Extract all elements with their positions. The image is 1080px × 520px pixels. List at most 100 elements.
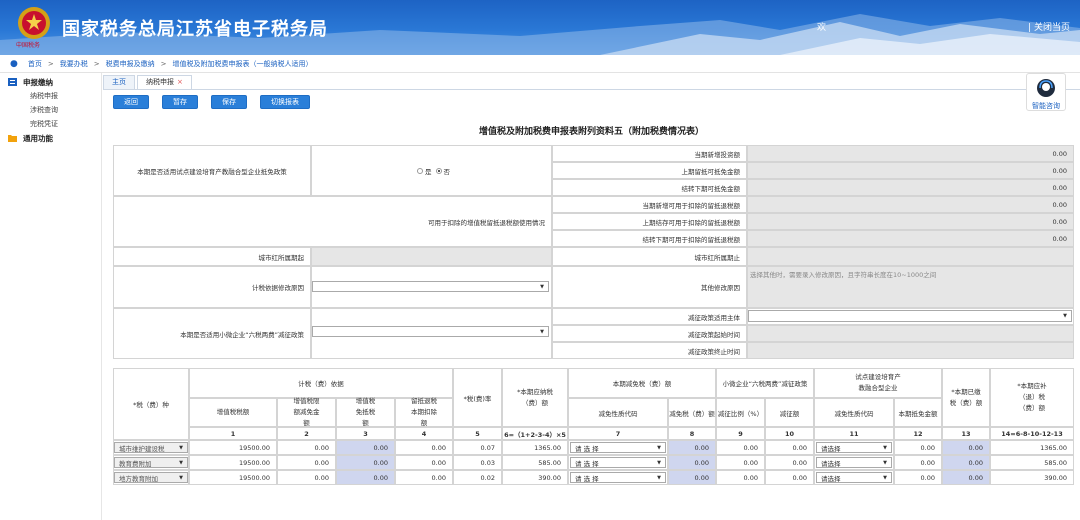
reduce-code-select[interactable]: 请 选 择 ▼ bbox=[570, 457, 666, 468]
investment-label: 当期新增投资额 bbox=[552, 145, 747, 162]
column-number: 2 bbox=[277, 427, 336, 440]
tax-type-cell: 城市维护建设税 ▼ bbox=[113, 440, 189, 455]
value-cell: 0.00 bbox=[668, 470, 716, 485]
col-refund-deduct: 留抵退税本期扣除额 bbox=[395, 397, 453, 427]
sidebar-item-tax-certificate[interactable]: 完税凭证 bbox=[0, 117, 101, 131]
col-small: 小微企业“六税两费”减征政策 bbox=[716, 368, 814, 398]
select-value: 请 选 择 bbox=[575, 474, 599, 483]
close-page-link[interactable]: | 关闭当页 bbox=[1028, 20, 1070, 33]
tax-emblem-icon bbox=[18, 7, 50, 39]
tab-label: 主页 bbox=[112, 78, 126, 86]
tab-label: 纳税申报 bbox=[146, 78, 174, 86]
carry-credit-label: 结转下期可抵免金额 bbox=[552, 179, 747, 196]
column-number: 10 bbox=[765, 427, 814, 440]
select-value: 请 选 择 bbox=[575, 444, 599, 453]
select-value: 请选择 bbox=[821, 474, 841, 483]
column-number: 14=6-8-10-12-13 bbox=[990, 427, 1074, 440]
pilot-code-select[interactable]: 请选择 ▼ bbox=[816, 457, 892, 468]
tab-tax-filing[interactable]: 纳税申报 × bbox=[137, 75, 192, 89]
pilot-code-select[interactable]: 请选择 ▼ bbox=[816, 472, 892, 483]
sidebar-group-filing[interactable]: 申报缴纳 bbox=[0, 75, 101, 89]
value-cell: 0.00 bbox=[894, 440, 942, 455]
switch-report-button[interactable]: 切换报表 bbox=[260, 95, 310, 109]
value-cell: 1365.00 bbox=[990, 440, 1074, 455]
column-number: 7 bbox=[568, 427, 668, 440]
column-number: 9 bbox=[716, 427, 765, 440]
breadcrumb-home[interactable]: 首页 bbox=[28, 59, 42, 69]
value-cell: 390.00 bbox=[990, 470, 1074, 485]
select-cell: 请选择 ▼ bbox=[814, 470, 894, 485]
sidebar-item-tax-query[interactable]: 涉税查询 bbox=[0, 103, 101, 117]
sidebar-group-label: 通用功能 bbox=[23, 133, 53, 143]
col-basis: 计税（费）依据 bbox=[189, 368, 453, 398]
tax-type-cell: 教育费附加 ▼ bbox=[113, 455, 189, 470]
red-end-value bbox=[747, 247, 1074, 266]
select-value: 请选择 bbox=[821, 444, 841, 453]
other-reason-textarea[interactable]: 选择其他时，需要录入修改原因，且字符串长度在10~1000之间 bbox=[747, 266, 1074, 308]
value-cell: 0.00 bbox=[765, 470, 814, 485]
small-policy-select[interactable]: ▼ bbox=[312, 326, 549, 337]
reason-select[interactable]: ▼ bbox=[312, 281, 549, 292]
small-start-label: 减征政策起始时间 bbox=[552, 325, 747, 342]
tab-home[interactable]: 主页 bbox=[103, 75, 135, 89]
headset-icon bbox=[1037, 79, 1055, 97]
chevron-down-icon: ▼ bbox=[179, 444, 183, 451]
small-policy-label: 本期是否适用小微企业“六税两费”减征政策 bbox=[113, 308, 311, 359]
red-end-label: 城市红所属期止 bbox=[552, 247, 747, 266]
breadcrumb-separator: > bbox=[160, 59, 167, 68]
sidebar-group-common[interactable]: 通用功能 bbox=[0, 131, 101, 145]
temp-save-button[interactable]: 暂存 bbox=[162, 95, 198, 109]
sidebar-item-tax-filing[interactable]: 纳税申报 bbox=[0, 89, 101, 103]
sidebar: 申报缴纳 纳税申报 涉税查询 完税凭证 通用功能 bbox=[0, 73, 102, 520]
site-title: 国家税务总局江苏省电子税务局 bbox=[62, 19, 328, 40]
value-cell: 0.00 bbox=[668, 440, 716, 455]
refund-label: 可用于扣除的增值税留抵退税额使用情况 bbox=[113, 196, 552, 247]
value-cell: 19500.00 bbox=[189, 470, 277, 485]
form-title: 增值税及附加税费申报表附列资料五（附加税费情况表） bbox=[478, 127, 704, 137]
carry-credit-value: 0.00 bbox=[747, 179, 1074, 196]
breadcrumb-tax[interactable]: 我要办税 bbox=[60, 59, 88, 69]
tab-divider bbox=[103, 89, 1080, 90]
column-number: 13 bbox=[942, 427, 990, 440]
col-small-ratio: 减征比例（%） bbox=[716, 398, 765, 427]
site-header: 中国税务 国家税务总局江苏省电子税务局 欢 | 关闭当页 bbox=[0, 0, 1080, 55]
refund-prior-value: 0.00 bbox=[747, 213, 1074, 230]
col-due: *本期应纳税（费）额 bbox=[502, 368, 568, 427]
radio-no[interactable] bbox=[435, 167, 442, 174]
select-value: 请 选 择 bbox=[575, 459, 599, 468]
tax-type-select[interactable]: 城市维护建设税 ▼ bbox=[114, 442, 188, 453]
reduce-code-select[interactable]: 请 选 择 ▼ bbox=[570, 442, 666, 453]
value-cell: 390.00 bbox=[502, 470, 568, 485]
value-cell: 0.00 bbox=[894, 470, 942, 485]
reason-label: 计税依据修改原因 bbox=[113, 266, 311, 308]
radio-yes-label: 是 bbox=[425, 167, 432, 176]
column-number: 3 bbox=[336, 427, 395, 440]
select-value: 请选择 bbox=[821, 459, 841, 468]
radio-yes[interactable] bbox=[417, 167, 423, 174]
reduce-code-select[interactable]: 请 选 择 ▼ bbox=[570, 472, 666, 483]
value-cell: 585.00 bbox=[990, 455, 1074, 470]
tax-type-select[interactable]: 教育费附加 ▼ bbox=[114, 457, 188, 468]
tax-type-value: 教育费附加 bbox=[119, 459, 152, 468]
value-cell: 1365.00 bbox=[502, 440, 568, 455]
breadcrumb-filing[interactable]: 税费申报及缴纳 bbox=[106, 59, 155, 69]
column-number: 4 bbox=[395, 427, 453, 440]
prior-credit-value: 0.00 bbox=[747, 162, 1074, 179]
chevron-down-icon: ▼ bbox=[883, 444, 887, 451]
col-pilot-amount: 本期抵免金额 bbox=[894, 398, 942, 427]
small-subject-select[interactable]: ▼ bbox=[748, 310, 1072, 322]
tax-type-select[interactable]: 地方教育附加 ▼ bbox=[114, 472, 188, 483]
pilot-code-select[interactable]: 请选择 ▼ bbox=[816, 442, 892, 453]
close-icon[interactable]: × bbox=[177, 78, 183, 86]
col-pilot-code: 减免性质代码 bbox=[814, 398, 894, 427]
help-consult-button[interactable]: 智能咨询 bbox=[1026, 73, 1066, 111]
col-reduce-code: 减免性质代码 bbox=[568, 398, 668, 427]
tax-type-value: 地方教育附加 bbox=[119, 474, 158, 483]
column-number: 11 bbox=[814, 427, 894, 440]
breadcrumb-current[interactable]: 增值税及附加税费申报表（一般纳税人适用） bbox=[172, 59, 312, 69]
value-cell: 0.00 bbox=[395, 455, 453, 470]
column-number: 1 bbox=[189, 427, 277, 440]
back-button[interactable]: 返回 bbox=[113, 95, 149, 109]
value-cell: 0.00 bbox=[336, 455, 395, 470]
save-button[interactable]: 保存 bbox=[211, 95, 247, 109]
